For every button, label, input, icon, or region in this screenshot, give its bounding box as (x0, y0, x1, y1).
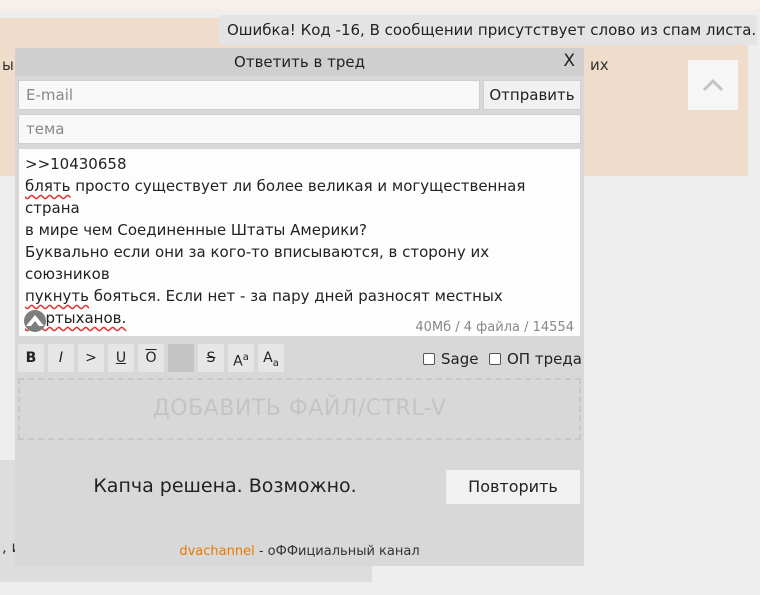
comment-textarea[interactable]: >>10430658 блять просто существует ли бо… (18, 148, 581, 337)
close-icon[interactable]: X (563, 48, 575, 74)
comment-line: блять просто существует ли более великая… (25, 175, 574, 219)
comment-line: >>10430658 (25, 155, 127, 173)
sage-checkbox[interactable]: Sage (423, 350, 478, 368)
comment-line: Буквально если они за кого-то вписываютс… (25, 243, 494, 283)
subscript-button[interactable]: Aa (258, 344, 284, 372)
bold-button[interactable]: B (18, 344, 44, 372)
op-checkbox[interactable]: ОП треда (489, 350, 582, 368)
reply-form-footer: dvachannel - оФФициальный канал (15, 544, 584, 559)
captcha-status: Капча решена. Возможно. (93, 475, 357, 497)
op-checkbox-box[interactable] (489, 353, 501, 365)
error-banner: Ошибка! Код -16, В сообщении присутствуе… (219, 15, 757, 45)
chevron-up-icon (702, 78, 724, 92)
comment-word-flagged: блять (25, 177, 71, 195)
sage-label: Sage (441, 350, 479, 368)
comment-line: в мире чем Соединенные Штаты Америки? (25, 221, 368, 239)
file-limits-info: 40Мб / 4 файла / 14554 (415, 320, 574, 335)
strike-button[interactable]: S (198, 344, 224, 372)
markup-toolbar: B I > U O S Aa Aa Sage ОП треда (15, 344, 584, 374)
footer-channel-link[interactable]: dvachannel (179, 544, 254, 559)
spoiler-button[interactable] (168, 344, 194, 372)
background-post-text-right: их (590, 56, 609, 74)
retry-button[interactable]: Повторить (446, 470, 580, 504)
reply-form: Ответить в тред X E-mail Отправить тема … (15, 48, 584, 566)
sage-checkbox-box[interactable] (423, 353, 435, 365)
scroll-to-top-button[interactable] (688, 60, 738, 110)
app-logo-icon[interactable] (23, 309, 47, 333)
footer-text: - оФФициальный канал (254, 544, 420, 559)
email-field[interactable]: E-mail (18, 80, 480, 110)
overline-button[interactable]: O (138, 344, 164, 372)
reply-form-title: Ответить в тред (234, 53, 365, 71)
send-button[interactable]: Отправить (483, 80, 581, 110)
superscript-button[interactable]: Aa (228, 344, 254, 372)
op-label: ОП треда (507, 350, 582, 368)
page-top-strip (0, 0, 760, 10)
italic-button[interactable]: I (48, 344, 74, 372)
subject-field[interactable]: тема (18, 114, 581, 144)
comment-word-flagged: пукнуть (25, 287, 90, 305)
comment-line-rest: бояться. Если нет - за пару дней разнося… (89, 287, 503, 305)
quote-button[interactable]: > (78, 344, 104, 372)
underline-button[interactable]: U (108, 344, 134, 372)
background-post-text-left: ы (2, 56, 14, 74)
comment-line-rest: просто существует ли более великая и мог… (25, 177, 531, 217)
comment-line: пукнуть бояться. Если нет - за пару дней… (25, 285, 574, 307)
file-dropzone[interactable]: ДОБАВИТЬ ФАЙЛ/CTRL-V (18, 378, 581, 440)
reply-form-header[interactable]: Ответить в тред X (15, 48, 584, 76)
